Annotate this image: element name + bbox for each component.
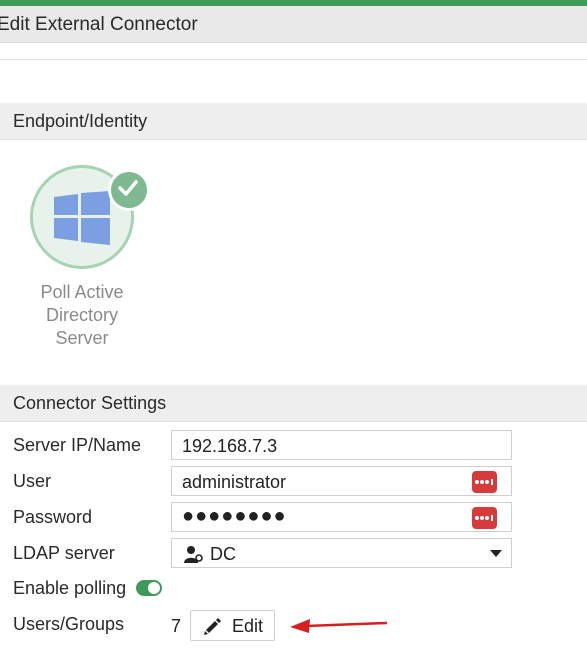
poll-active-directory-tile[interactable] <box>30 165 150 269</box>
dialog-title-bar: Edit External Connector <box>0 6 587 43</box>
enable-polling-toggle[interactable] <box>136 580 162 596</box>
connector-tile-label: Poll Active Directory Server <box>22 281 142 350</box>
ldap-server-select[interactable]: DC <box>171 538 512 568</box>
users-groups-edit-button[interactable]: Edit <box>190 610 275 641</box>
password-value: ●●●●●●●● <box>182 505 287 527</box>
section-title-endpoint: Endpoint/Identity <box>13 111 148 131</box>
user-password-manager-button[interactable] <box>472 471 497 493</box>
password-manager-button[interactable] <box>472 507 497 529</box>
annotation-arrow-icon <box>290 619 388 633</box>
chevron-down-icon <box>490 550 502 557</box>
user-label: User <box>13 471 52 491</box>
ldap-server-label: LDAP server <box>13 543 115 563</box>
users-groups-label: Users/Groups <box>13 614 125 634</box>
user-value: administrator <box>182 472 287 492</box>
enable-polling-label: Enable polling <box>13 578 127 598</box>
edit-button-label: Edit <box>232 616 264 636</box>
section-header-endpoint: Endpoint/Identity <box>0 103 587 140</box>
server-ip-label: Server IP/Name <box>13 435 142 455</box>
check-badge <box>108 169 150 211</box>
user-directory-icon <box>184 546 203 563</box>
tile-label-line: Server <box>55 328 109 348</box>
server-ip-input[interactable]: 192.168.7.3 <box>171 430 512 460</box>
password-manager-dots-icon <box>475 479 493 485</box>
tile-label-line: Directory <box>45 305 118 325</box>
check-icon <box>118 180 138 196</box>
dialog-title: Edit External Connector <box>0 14 198 35</box>
section-title-connector-settings: Connector Settings <box>13 393 167 413</box>
toggle-knob <box>148 582 160 594</box>
user-input[interactable]: administrator <box>171 466 512 496</box>
password-label: Password <box>13 507 93 527</box>
server-ip-value: 192.168.7.3 <box>182 436 278 456</box>
password-manager-dots-icon <box>475 515 493 521</box>
ldap-server-value: DC <box>210 544 236 564</box>
section-header-connector-settings: Connector Settings <box>0 385 587 422</box>
users-groups-count: 7 <box>171 616 182 636</box>
pencil-icon <box>204 618 221 635</box>
divider <box>0 59 587 60</box>
windows-logo-icon <box>54 191 110 245</box>
password-input[interactable]: ●●●●●●●● <box>171 502 512 532</box>
tile-label-line: Poll Active <box>40 282 124 302</box>
